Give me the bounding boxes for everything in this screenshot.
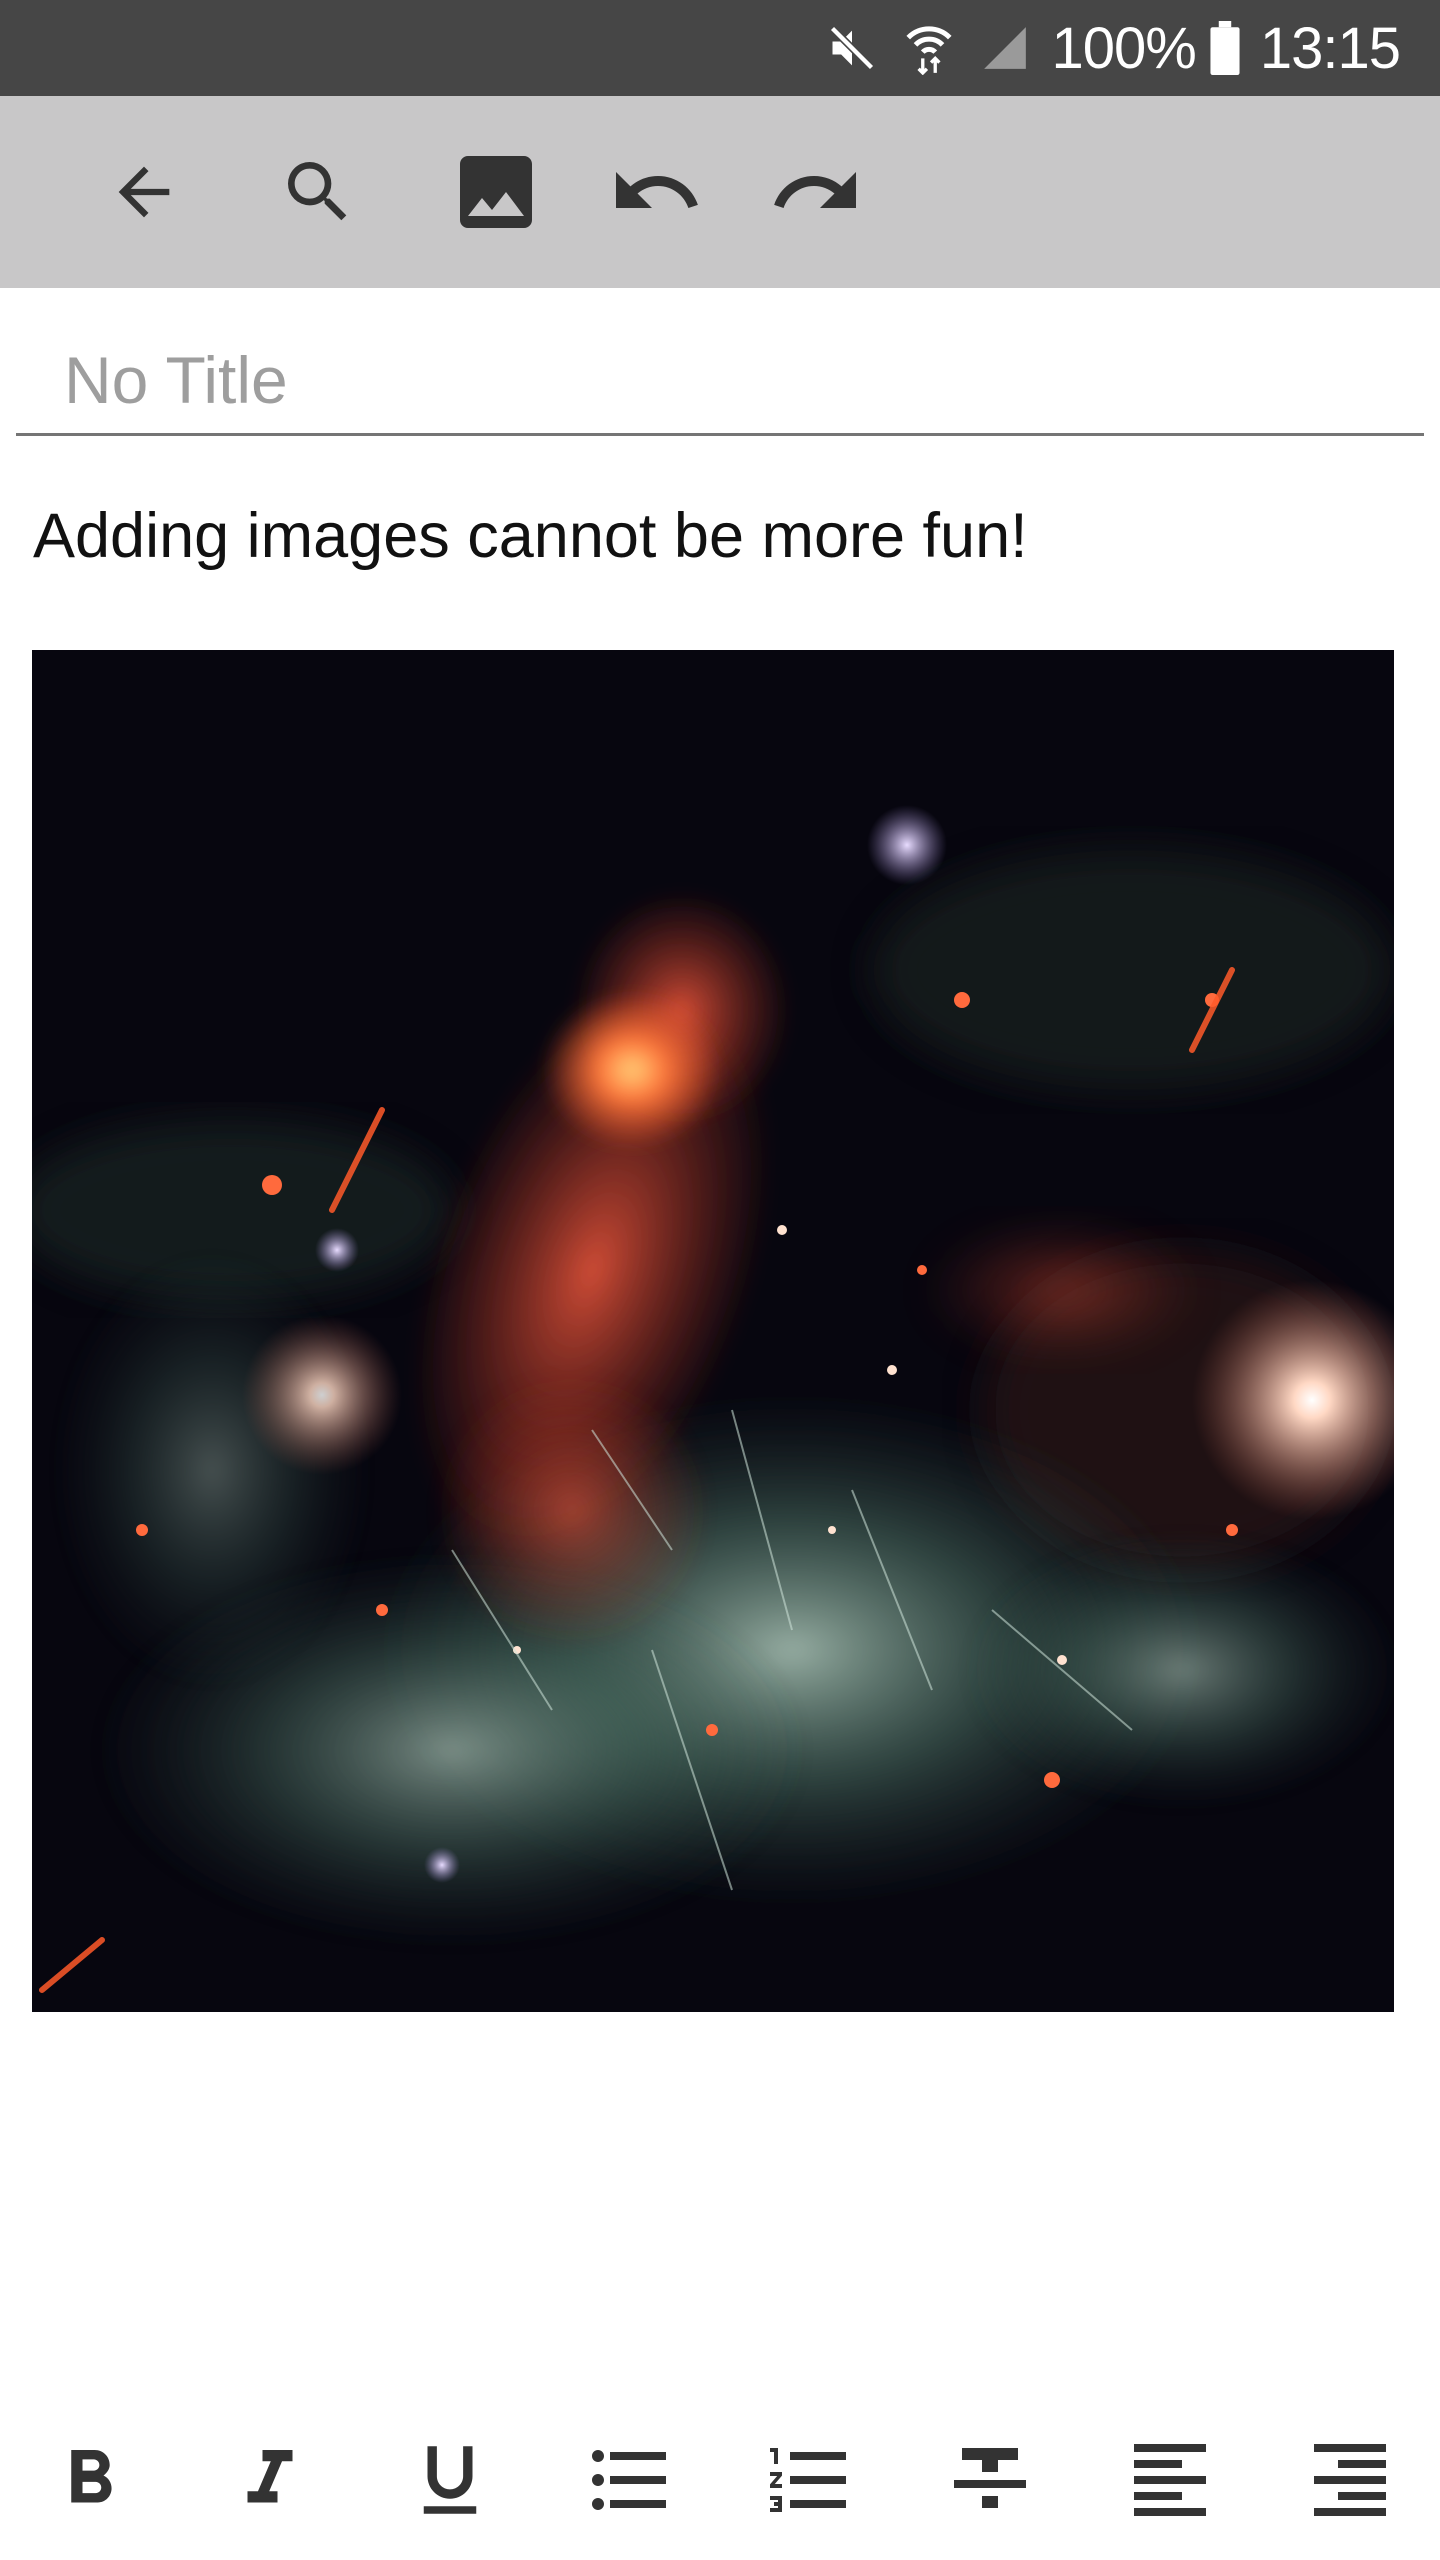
redo-icon	[774, 172, 856, 208]
battery-percent: 100%	[1051, 15, 1197, 81]
underline-button[interactable]	[390, 2400, 510, 2560]
search-button[interactable]	[258, 96, 378, 288]
underline-icon	[423, 2446, 477, 2514]
battery-icon	[1210, 21, 1240, 75]
screen: 100% 13:15 No Title Adding images cannot…	[0, 0, 1440, 2560]
align-right-icon	[1314, 2444, 1386, 2516]
title-input[interactable]	[64, 340, 1364, 420]
bold-icon	[71, 2450, 112, 2503]
mute-icon	[826, 22, 878, 74]
clock: 13:15	[1259, 15, 1401, 81]
search-icon	[288, 162, 347, 221]
italic-button[interactable]	[210, 2400, 330, 2560]
align-left-icon	[1134, 2444, 1206, 2516]
back-arrow-icon	[118, 166, 170, 218]
strikethrough-icon	[954, 2448, 1026, 2508]
numbered-list-icon	[770, 2448, 846, 2512]
note-body-text[interactable]: Adding images cannot be more fun!	[33, 500, 1028, 572]
wifi-icon	[904, 21, 954, 75]
bulleted-list-button[interactable]	[570, 2400, 690, 2560]
toolbar	[0, 96, 1440, 288]
bulleted-list-icon	[592, 2450, 666, 2510]
strikethrough-button[interactable]	[930, 2400, 1050, 2560]
signal-icon	[980, 23, 1030, 73]
image-icon	[460, 156, 532, 228]
status-bar: 100% 13:15	[0, 0, 1440, 96]
bold-button[interactable]	[30, 2400, 150, 2560]
undo-button[interactable]	[596, 96, 716, 288]
undo-icon	[616, 172, 698, 208]
inserted-image[interactable]	[32, 650, 1394, 2012]
align-right-button[interactable]	[1290, 2400, 1410, 2560]
redo-button[interactable]	[756, 96, 876, 288]
insert-image-button[interactable]	[436, 96, 556, 288]
title-field[interactable]	[16, 320, 1424, 436]
numbered-list-button[interactable]	[750, 2400, 870, 2560]
back-button[interactable]	[84, 96, 204, 288]
align-left-button[interactable]	[1110, 2400, 1230, 2560]
italic-icon	[247, 2450, 293, 2503]
format-bar	[0, 2400, 1440, 2560]
